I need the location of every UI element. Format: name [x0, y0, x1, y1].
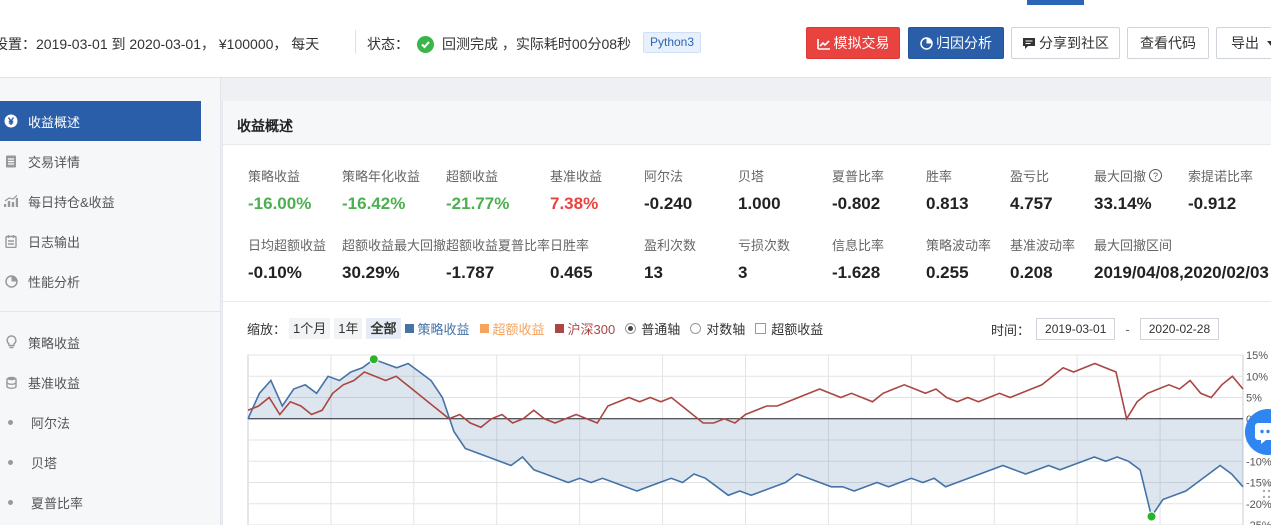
- y-tick-label: 10%: [1246, 371, 1268, 383]
- chat-bubble-icon[interactable]: [1245, 409, 1271, 455]
- attribution-label: 归因分析: [936, 35, 992, 51]
- drag-handle-icon[interactable]: [1262, 482, 1271, 502]
- divider: [0, 311, 221, 312]
- bullet-icon: [8, 419, 13, 425]
- check-circle-icon: [417, 35, 434, 53]
- sidebar-item-strategy-return[interactable]: 策略收益: [0, 322, 201, 362]
- sidebar-item-label: 策略收益: [28, 335, 81, 351]
- list-icon: [4, 154, 18, 168]
- toolbar: 设置：2019-03-01 到 2020-03-01， ¥100000， 每天 …: [0, 0, 1271, 78]
- log-icon: [4, 234, 18, 248]
- export-label: 导出: [1231, 35, 1259, 51]
- view-code-button[interactable]: 查看代码: [1127, 27, 1209, 59]
- sidebar-item-alpha[interactable]: 阿尔法: [0, 402, 201, 442]
- share-community-button[interactable]: 分享到社区: [1011, 27, 1120, 59]
- extreme-marker: [368, 354, 379, 365]
- sidebar-item-label: 夏普比率: [31, 495, 84, 511]
- sidebar: 收益概述 交易详情 每日持仓&收益 日志输出 性能分析 策略收益 基准收益 阿尔…: [0, 78, 221, 525]
- sidebar-item-label: 每日持仓&收益: [28, 194, 115, 210]
- status-label: 状态：: [367, 36, 409, 52]
- bullet-icon: [8, 499, 13, 505]
- extreme-marker: [1146, 511, 1157, 522]
- backtest-settings: 设置：2019-03-01 到 2020-03-01， ¥100000， 每天: [0, 36, 320, 52]
- attribution-button[interactable]: 归因分析: [908, 27, 1004, 59]
- sidebar-item-label: 交易详情: [28, 154, 81, 170]
- simulate-trade-button[interactable]: 模拟交易: [806, 27, 900, 59]
- pie-icon: [4, 274, 18, 288]
- view-code-label: 查看代码: [1140, 35, 1196, 51]
- sidebar-item-positions[interactable]: 每日持仓&收益: [0, 181, 201, 221]
- y-tick-label: 15%: [1246, 350, 1268, 362]
- sidebar-item-label: 贝塔: [31, 455, 58, 471]
- share-label: 分享到社区: [1039, 35, 1109, 51]
- simulate-trade-label: 模拟交易: [833, 35, 890, 51]
- caret-down-icon: [1266, 41, 1271, 46]
- comment-icon: [1023, 38, 1035, 49]
- sidebar-item-sharpe[interactable]: 夏普比率: [0, 482, 201, 522]
- bullet-icon: [8, 459, 13, 465]
- returns-chart[interactable]: 15%10%5%0%-5%-10%-15%-20%-25%: [223, 101, 1271, 525]
- overview-panel: 收益概述 策略收益 -16.00% 策略年化收益 -16.42% 超额收益 -2…: [222, 101, 1271, 525]
- divider: [355, 30, 356, 54]
- sidebar-item-trades[interactable]: 交易详情: [0, 141, 201, 181]
- sidebar-item-label: 阿尔法: [31, 415, 71, 431]
- sidebar-item-benchmark-return[interactable]: 基准收益: [0, 362, 201, 402]
- sidebar-item-label: 日志输出: [28, 234, 81, 250]
- sidebar-item-logs[interactable]: 日志输出: [0, 221, 201, 261]
- bar-chart-icon: [4, 194, 18, 208]
- sidebar-item-label: 收益概述: [28, 114, 81, 130]
- y-tick-label: -25%: [1246, 520, 1271, 525]
- sidebar-item-label: 基准收益: [28, 375, 81, 391]
- pie-chart-icon: [920, 37, 933, 50]
- yen-icon: [4, 114, 18, 128]
- y-tick-label: -10%: [1246, 456, 1271, 468]
- sidebar-item-beta[interactable]: 贝塔: [0, 442, 201, 482]
- python-version-badge: Python3: [643, 32, 702, 53]
- bulb-icon: [4, 335, 18, 349]
- status-text: 回测完成 ，实际耗时00分08秒: [442, 36, 632, 52]
- sidebar-item-overview[interactable]: 收益概述: [0, 101, 201, 141]
- chart-line-icon: [816, 39, 830, 50]
- export-dropdown[interactable]: 导出: [1216, 27, 1271, 59]
- backtest-status: 状态： 回测完成 ，实际耗时00分08秒: [367, 34, 631, 54]
- y-tick-label: 5%: [1246, 393, 1262, 405]
- sidebar-item-performance[interactable]: 性能分析: [0, 261, 201, 301]
- active-tab-indicator: [1027, 0, 1084, 5]
- database-icon: [4, 375, 18, 389]
- sidebar-item-label: 性能分析: [28, 274, 81, 290]
